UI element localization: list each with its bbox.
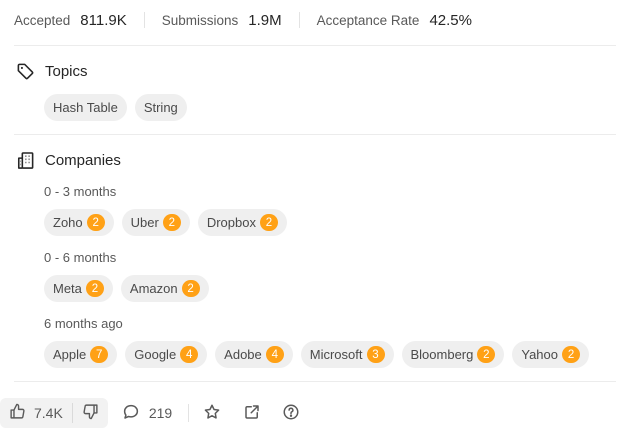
divider: [14, 134, 616, 135]
period-label: 0 - 3 months: [44, 184, 117, 199]
company-tag[interactable]: Zoho 2: [44, 209, 114, 236]
share-icon: [243, 403, 261, 424]
thumbs-up-icon: [9, 403, 26, 423]
divider: [298, 12, 300, 28]
topic-tags: Hash Table String: [44, 94, 195, 121]
like-button[interactable]: 7.4K: [0, 398, 72, 428]
company-row: Meta 2 Amazon 2: [44, 275, 217, 302]
building-icon: [16, 151, 35, 170]
dislike-button[interactable]: [73, 398, 108, 428]
comment-count: 219: [148, 405, 173, 421]
topics-header[interactable]: Topics: [16, 62, 88, 81]
stat-accepted: Accepted 811.9K: [14, 12, 127, 29]
company-row: Zoho 2 Uber 2 Dropbox 2: [44, 209, 295, 236]
company-tag[interactable]: Uber 2: [121, 209, 190, 236]
count-badge: 2: [562, 346, 581, 363]
period-label: 6 months ago: [44, 316, 123, 331]
share-button[interactable]: [243, 403, 261, 424]
period-label: 0 - 6 months: [44, 250, 117, 265]
help-button[interactable]: [282, 403, 300, 424]
divider: [188, 404, 190, 422]
companies-header[interactable]: Companies: [16, 151, 121, 170]
company-name: Dropbox: [206, 215, 256, 230]
topic-tag[interactable]: String: [134, 94, 187, 121]
count-badge: 2: [477, 346, 496, 363]
vote-group: 7.4K: [0, 398, 108, 428]
divider: [143, 12, 145, 28]
question-circle-icon: [282, 403, 300, 424]
company-name: Uber: [130, 215, 159, 230]
stat-label: Submissions: [161, 12, 239, 28]
company-tag[interactable]: Dropbox 2: [197, 209, 287, 236]
company-tag[interactable]: Apple 7: [44, 341, 118, 368]
company-name: Amazon: [129, 281, 178, 296]
company-tag[interactable]: Bloomberg 2: [401, 341, 505, 368]
company-name: Bloomberg: [410, 347, 474, 362]
stat-acceptance-rate: Acceptance Rate 42.5%: [317, 12, 472, 29]
company-tag[interactable]: Yahoo 2: [512, 341, 590, 368]
action-bar: 7.4K 219: [0, 397, 617, 429]
count-badge: 4: [265, 346, 284, 363]
company-row: Apple 7 Google 4 Adobe 4 Microsoft 3 Bloombe…: [44, 341, 590, 368]
company-name: Yahoo: [521, 347, 559, 362]
company-name: Microsoft: [309, 347, 363, 362]
favorite-button[interactable]: [203, 403, 221, 424]
stats-bar: Accepted 811.9K Submissions 1.9M Accepta…: [14, 0, 472, 40]
comments-button[interactable]: 219: [122, 403, 172, 424]
tag-icon: [16, 62, 35, 81]
topic-tag[interactable]: Hash Table: [44, 94, 127, 121]
count-badge: 2: [162, 214, 181, 231]
count-badge: 3: [366, 346, 385, 363]
count-badge: 4: [180, 346, 199, 363]
thumbs-down-icon: [82, 403, 99, 423]
like-count: 7.4K: [34, 405, 63, 421]
company-name: Meta: [53, 281, 82, 296]
section-title: Topics: [45, 63, 88, 80]
company-tag[interactable]: Microsoft 3: [300, 341, 394, 368]
comment-icon: [122, 403, 140, 424]
company-name: Zoho: [53, 215, 83, 230]
count-badge: 2: [181, 280, 200, 297]
company-tag[interactable]: Meta 2: [44, 275, 113, 302]
count-badge: 2: [259, 214, 278, 231]
stat-label: Accepted: [14, 12, 71, 28]
stat-value: 1.9M: [248, 11, 282, 29]
stat-value: 42.5%: [429, 11, 472, 29]
company-name: Google: [134, 347, 177, 362]
count-badge: 7: [90, 346, 109, 363]
stat-submissions: Submissions 1.9M: [162, 12, 282, 29]
company-tag[interactable]: Google 4: [125, 341, 208, 368]
divider: [14, 381, 616, 382]
count-badge: 2: [86, 214, 105, 231]
star-icon: [203, 403, 221, 424]
stat-label: Acceptance Rate: [316, 12, 420, 28]
stat-value: 811.9K: [80, 11, 127, 29]
company-tag[interactable]: Adobe 4: [215, 341, 293, 368]
count-badge: 2: [85, 280, 104, 297]
company-name: Apple: [53, 347, 87, 362]
divider: [14, 45, 616, 46]
company-tag[interactable]: Amazon 2: [120, 275, 209, 302]
section-title: Companies: [45, 152, 121, 169]
company-name: Adobe: [224, 347, 262, 362]
